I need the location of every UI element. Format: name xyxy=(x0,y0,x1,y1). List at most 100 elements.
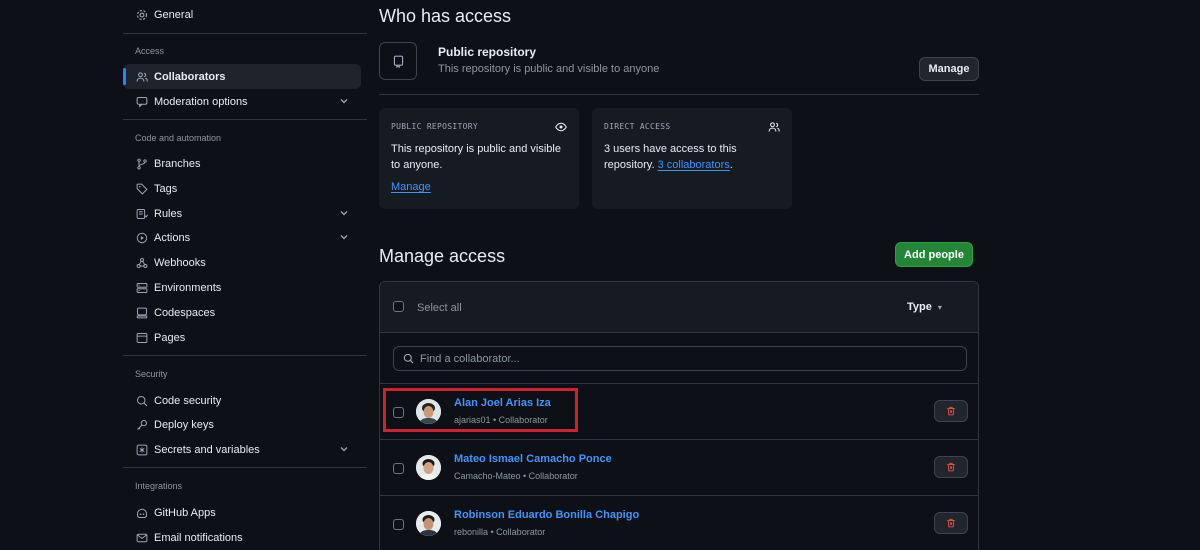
sidebar-item-label: Actions xyxy=(154,231,191,244)
eye-icon xyxy=(555,122,567,132)
remove-collaborator-button[interactable] xyxy=(934,456,968,478)
trash-icon xyxy=(947,462,955,472)
add-people-button[interactable]: Add people xyxy=(895,242,973,267)
sidebar-item-label: Tags xyxy=(154,182,178,195)
key-icon xyxy=(135,418,148,431)
chevron-down-icon xyxy=(340,99,348,104)
table-row: Robinson Eduardo Bonilla Chapigo rebonil… xyxy=(380,496,978,550)
sidebar-item-deploy-keys[interactable]: Deploy keys xyxy=(123,412,361,437)
browser-icon xyxy=(135,331,148,344)
settings-sidebar: General Access Collaborators Moderation … xyxy=(123,0,367,550)
repo-visibility-title: Public repository xyxy=(438,45,537,59)
highlight-annotation-box xyxy=(383,388,578,432)
row-checkbox[interactable] xyxy=(393,519,404,530)
trash-icon xyxy=(947,518,955,528)
gear-icon xyxy=(135,8,148,21)
type-filter-dropdown[interactable]: Type ▾ xyxy=(907,301,942,313)
chevron-down-icon xyxy=(340,447,348,452)
table-row: Mateo Ismael Camacho Ponce Camacho-Mateo… xyxy=(380,440,978,496)
sidebar-item-secrets-variables[interactable]: Secrets and variables xyxy=(123,437,361,462)
row-checkbox[interactable] xyxy=(393,463,404,474)
section-title-code-automation: Code and automation xyxy=(135,133,222,143)
public-repository-card: PUBLIC REPOSITORY This repository is pub… xyxy=(379,108,579,209)
manage-visibility-button[interactable]: Manage xyxy=(919,57,979,81)
branch-icon xyxy=(135,157,148,170)
sidebar-item-actions[interactable]: Actions xyxy=(123,225,361,250)
sidebar-item-label: Environments xyxy=(154,281,222,294)
repo-icon xyxy=(393,55,403,68)
divider xyxy=(123,33,367,34)
collaborator-name-link[interactable]: Mateo Ismael Camacho Ponce xyxy=(454,453,612,465)
select-all-checkbox[interactable] xyxy=(393,301,404,312)
sidebar-item-label: Collaborators xyxy=(154,70,226,83)
codescan-icon xyxy=(135,394,148,407)
divider xyxy=(379,94,979,95)
sidebar-item-label: Secrets and variables xyxy=(154,443,260,456)
divider xyxy=(123,355,367,356)
chevron-down-icon xyxy=(340,235,348,240)
section-title-access: Access xyxy=(135,46,165,56)
repo-icon-box xyxy=(379,42,417,80)
rules-icon xyxy=(135,207,148,220)
select-all-label: Select all xyxy=(417,302,462,314)
table-header: Select all Type ▾ xyxy=(380,282,978,333)
sidebar-item-tags[interactable]: Tags xyxy=(123,176,361,201)
trash-icon xyxy=(947,406,955,416)
section-title-security: Security xyxy=(135,369,168,379)
chevron-down-icon xyxy=(340,211,348,216)
mail-icon xyxy=(135,531,148,544)
sidebar-item-label: Codespaces xyxy=(154,306,216,319)
sidebar-item-collaborators[interactable]: Collaborators xyxy=(123,64,361,89)
card-text: 3 users have access to this repository. … xyxy=(604,141,784,173)
sidebar-item-email-notifications[interactable]: Email notifications xyxy=(123,525,361,550)
search-row: Find a collaborator... xyxy=(380,333,978,384)
card-heading: DIRECT ACCESS xyxy=(604,122,671,131)
search-icon xyxy=(403,353,414,364)
sidebar-item-rules[interactable]: Rules xyxy=(123,201,361,226)
avatar xyxy=(416,455,441,480)
sidebar-item-pages[interactable]: Pages xyxy=(123,325,361,350)
find-collaborator-input[interactable]: Find a collaborator... xyxy=(393,346,967,371)
card-text: This repository is public and visible to… xyxy=(391,143,561,171)
remove-collaborator-button[interactable] xyxy=(934,512,968,534)
sidebar-item-codespaces[interactable]: Codespaces xyxy=(123,300,361,325)
type-filter-label: Type xyxy=(907,301,932,313)
collaborator-meta: rebonilla • Collaborator xyxy=(454,527,546,537)
sidebar-item-label: Rules xyxy=(154,207,183,220)
collaborator-name-link[interactable]: Robinson Eduardo Bonilla Chapigo xyxy=(454,509,639,521)
manage-access-title: Manage access xyxy=(379,246,506,266)
section-title-integrations: Integrations xyxy=(135,481,183,491)
sidebar-item-label: General xyxy=(154,8,194,21)
divider xyxy=(123,467,367,468)
tag-icon xyxy=(135,182,148,195)
sidebar-item-environments[interactable]: Environments xyxy=(123,275,361,300)
who-has-access-title: Who has access xyxy=(379,6,512,26)
card-text-end: . xyxy=(729,159,733,171)
people-icon xyxy=(135,70,148,83)
sidebar-item-github-apps[interactable]: GitHub Apps xyxy=(123,500,361,525)
sidebar-item-moderation-options[interactable]: Moderation options xyxy=(123,89,361,114)
search-placeholder: Find a collaborator... xyxy=(420,353,520,365)
sidebar-item-label: Branches xyxy=(154,157,201,170)
sidebar-item-label: Deploy keys xyxy=(154,418,214,431)
asterisk-icon xyxy=(135,443,148,456)
codespaces-icon xyxy=(135,306,148,319)
divider xyxy=(123,119,367,120)
sidebar-item-code-security[interactable]: Code security xyxy=(123,388,361,413)
manage-link[interactable]: Manage xyxy=(391,181,431,193)
sidebar-item-label: Pages xyxy=(154,331,186,344)
avatar xyxy=(416,511,441,536)
collaborators-link[interactable]: 3 collaborators xyxy=(658,159,730,171)
server-icon xyxy=(135,281,148,294)
people-icon xyxy=(768,122,780,132)
sidebar-item-label: Webhooks xyxy=(154,256,206,269)
play-icon xyxy=(135,231,148,244)
sidebar-item-general[interactable]: General xyxy=(123,2,361,27)
remove-collaborator-button[interactable] xyxy=(934,400,968,422)
collaborator-meta: Camacho-Mateo • Collaborator xyxy=(454,471,578,481)
repo-visibility-subtitle: This repository is public and visible to… xyxy=(438,63,660,75)
sidebar-item-label: Email notifications xyxy=(154,531,243,544)
sidebar-item-webhooks[interactable]: Webhooks xyxy=(123,250,361,275)
sidebar-item-branches[interactable]: Branches xyxy=(123,151,361,176)
sidebar-item-label: Moderation options xyxy=(154,95,248,108)
